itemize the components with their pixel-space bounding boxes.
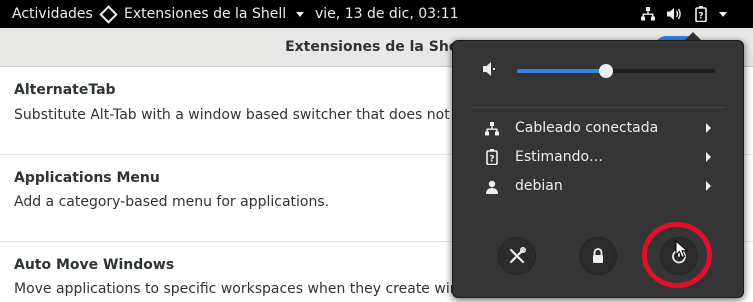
- separator: [471, 107, 725, 108]
- volume-slider[interactable]: [517, 64, 715, 78]
- extension-description: Move applications to specific workspaces…: [14, 281, 500, 297]
- lock-icon: [593, 248, 603, 263]
- user-icon: [486, 180, 498, 194]
- menu-item-label: debian: [515, 178, 563, 194]
- app-menu-button[interactable]: Extensiones de la Shell: [99, 0, 305, 28]
- menu-item-label: Estimando…: [515, 149, 604, 165]
- top-bar: Actividades Extensiones de la Shell vie,…: [0, 0, 753, 28]
- menu-item-battery[interactable]: ? Estimando…: [453, 144, 743, 170]
- app-menu-label: Extensiones de la Shell: [124, 6, 287, 22]
- menu-item-label: Cableado conectada: [515, 120, 659, 136]
- extension-name: Auto Move Windows: [14, 257, 175, 273]
- activities-button[interactable]: Actividades: [12, 0, 93, 28]
- battery-icon: ?: [486, 149, 498, 165]
- chevron-down-icon: [296, 11, 305, 17]
- settings-icon: [509, 247, 526, 264]
- menu-item-wired-connection[interactable]: Cableado conectada: [453, 115, 743, 141]
- volume-slider-handle[interactable]: [599, 64, 614, 78]
- clock-button[interactable]: vie, 13 de dic, 03:11: [315, 0, 459, 28]
- settings-button[interactable]: [498, 237, 536, 275]
- extension-description: Add a category-based menu for applicatio…: [14, 194, 330, 210]
- speaker-muted-icon[interactable]: [483, 61, 499, 77]
- lock-button[interactable]: [579, 237, 617, 275]
- volume-icon: [667, 8, 681, 20]
- network-wired-icon: [641, 7, 655, 21]
- svg-text:?: ?: [698, 12, 703, 22]
- chevron-right-icon: [706, 152, 711, 162]
- menu-item-user[interactable]: debian: [453, 173, 743, 199]
- svg-text:?: ?: [489, 155, 494, 165]
- system-menu-button[interactable]: ?: [627, 0, 753, 28]
- volume-slider-fill: [517, 69, 607, 73]
- chevron-down-icon: [719, 11, 727, 17]
- extension-app-icon: [99, 4, 118, 24]
- chevron-right-icon: [706, 181, 711, 191]
- chevron-right-icon: [706, 123, 711, 133]
- extension-name: Applications Menu: [14, 170, 160, 186]
- network-wired-icon: [485, 122, 499, 136]
- extension-name: AlternateTab: [14, 82, 116, 98]
- battery-icon: ?: [695, 6, 707, 22]
- extension-description: Substitute Alt-Tab with a window based s…: [14, 107, 517, 123]
- mouse-cursor-icon: [675, 240, 689, 259]
